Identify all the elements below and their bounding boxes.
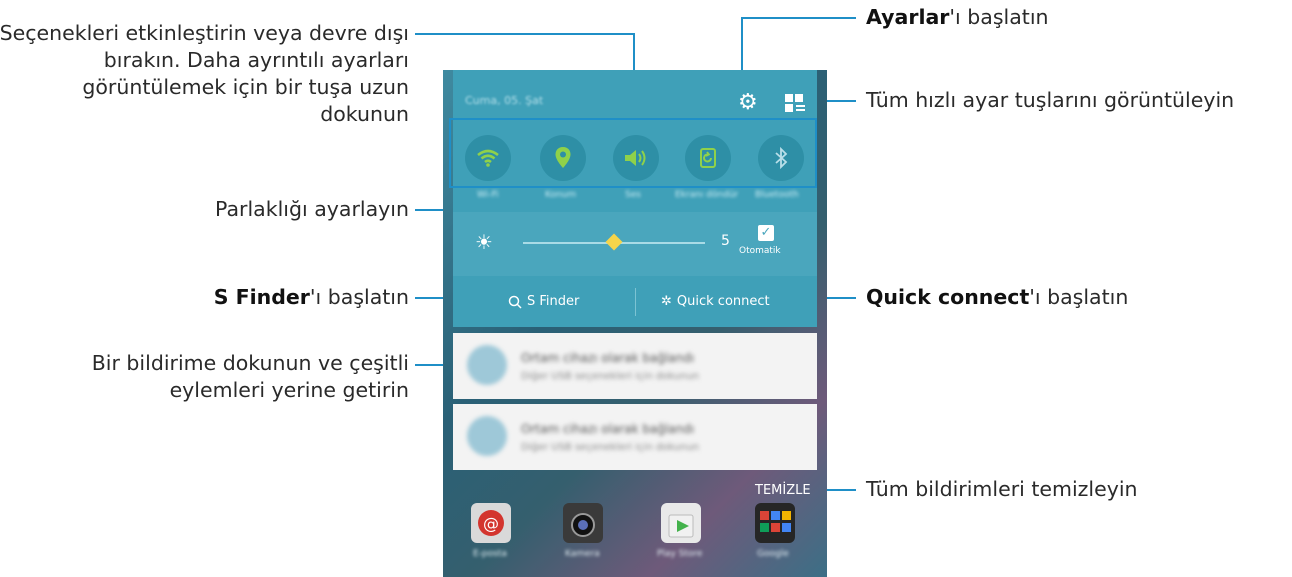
quick-settings-grid-icon[interactable]: [785, 94, 805, 112]
app-label: Kamera: [565, 549, 600, 559]
annotation-brightness: Parlaklığı ayarlayın: [215, 197, 409, 221]
quick-settings-highlight: [449, 118, 817, 188]
notification-card[interactable]: Ortam cihazı olarak bağlandı Diğer USB s…: [453, 333, 817, 399]
s-finder-bold: S Finder: [213, 285, 310, 309]
annotation-quick-connect: Quick connect'ı başlatın: [866, 284, 1128, 311]
app-label: E-posta: [473, 549, 507, 559]
email-at-icon: @: [478, 510, 504, 536]
quick-label-bluetooth: Bluetooth: [755, 190, 799, 200]
quick-labels: Wi-Fi Konum Ses Ekranı döndür Bluetooth: [453, 190, 817, 202]
annotation-all-quick: Tüm hızlı ayar tuşlarını görüntüleyin: [866, 88, 1235, 112]
settings-bold: Ayarlar: [866, 5, 950, 29]
notification-subtitle: Diğer USB seçenekleri için dokunun: [521, 371, 700, 382]
settings-rest: 'ı başlatın: [949, 5, 1049, 29]
quick-label-location: Konum: [545, 190, 577, 200]
app-label: Play Store: [657, 549, 703, 559]
quick-connect-icon: ✲: [661, 294, 672, 309]
settings-gear-icon[interactable]: ⚙: [738, 92, 758, 114]
annotation-notification: Bir bildirime dokunun ve çeşitli eylemle…: [91, 351, 409, 402]
annotation-clear-all: Tüm bildirimleri temizleyin: [866, 477, 1138, 501]
quick-connect-button[interactable]: ✲ Quick connect: [661, 276, 770, 327]
tools-bar: S Finder ✲ Quick connect: [453, 276, 817, 327]
annotation-settings: Ayarlar'ı başlatın: [866, 4, 1049, 31]
quick-connect-bold: Quick connect: [866, 285, 1030, 309]
play-icon: [668, 514, 694, 538]
quick-label-sound: Ses: [625, 190, 641, 200]
tools-separator: [635, 288, 636, 316]
google-folder-icon[interactable]: [755, 503, 795, 543]
notification-subtitle: Diğer USB seçenekleri için dokunun: [521, 442, 700, 453]
notification-title: Ortam cihazı olarak bağlandı: [521, 351, 695, 365]
search-icon: [508, 295, 522, 309]
camera-icon: [571, 513, 595, 537]
status-bar: Cuma, 05. Şat ⚙: [453, 70, 817, 122]
notification-card[interactable]: Ortam cihazı olarak bağlandı Diğer USB s…: [453, 404, 817, 470]
quick-label-rotate: Ekranı döndür: [675, 190, 739, 200]
brightness-slider[interactable]: [523, 233, 705, 251]
annotation-s-finder: S Finder'ı başlatın: [109, 284, 409, 311]
quick-connect-rest: 'ı başlatın: [1029, 285, 1129, 309]
notification-usb-icon: [467, 345, 507, 385]
app-label: Google: [757, 549, 789, 559]
home-app-row: @ E-posta Kamera Play Store Google: [443, 493, 827, 577]
google-apps-icon: [760, 511, 791, 532]
auto-brightness-checkbox[interactable]: ✓: [758, 225, 774, 241]
annotation-toggle-options: Seçenekleri etkinleştirin veya devre dış…: [0, 21, 409, 126]
brightness-icon: ☀: [475, 230, 493, 254]
svg-text:@: @: [483, 514, 499, 533]
notification-usb-icon: [467, 416, 507, 456]
play-store-app-icon[interactable]: [661, 503, 701, 543]
brightness-panel: ☀ 5 ✓ Otomatik: [453, 212, 817, 276]
s-finder-label: S Finder: [527, 294, 580, 309]
leader-settings: [741, 17, 856, 19]
status-date: Cuma, 05. Şat: [465, 94, 544, 107]
quick-connect-label: Quick connect: [676, 294, 770, 309]
email-app-icon[interactable]: @: [471, 503, 511, 543]
s-finder-button[interactable]: S Finder: [508, 276, 579, 327]
auto-brightness-label: Otomatik: [739, 246, 781, 256]
quick-label-wifi: Wi-Fi: [477, 190, 499, 200]
s-finder-rest: 'ı başlatın: [309, 285, 409, 309]
brightness-knob[interactable]: [605, 233, 623, 251]
notification-title: Ortam cihazı olarak bağlandı: [521, 422, 695, 436]
camera-app-icon[interactable]: [563, 503, 603, 543]
brightness-value: 5: [721, 233, 730, 249]
leader-toggle: [415, 33, 635, 35]
